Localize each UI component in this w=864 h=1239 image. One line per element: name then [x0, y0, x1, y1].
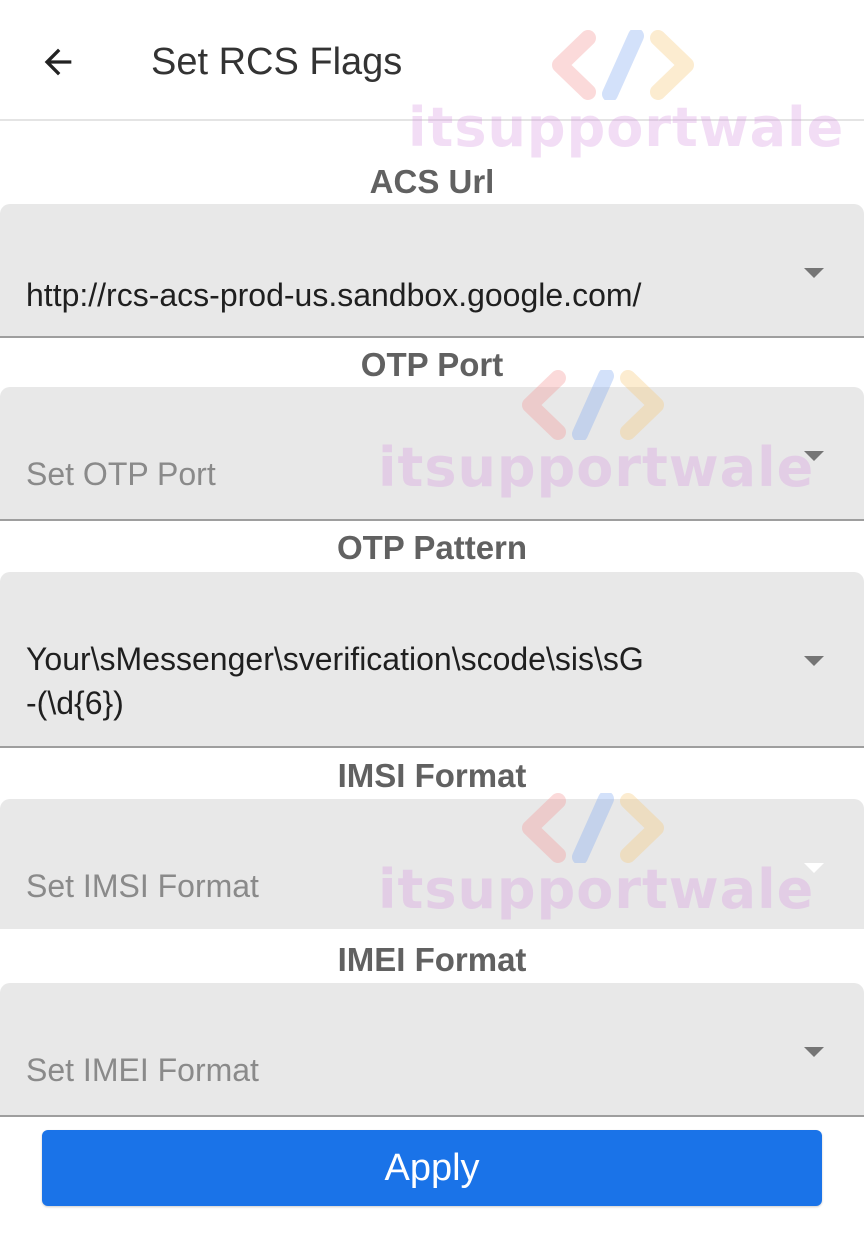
arrow-back-icon [44, 48, 72, 76]
dropdown-arrow-icon [804, 268, 824, 278]
otp-pattern-dropdown[interactable]: Your\sMessenger\sverification\scode\sis\… [0, 572, 864, 748]
imsi-format-placeholder: Set IMSI Format [26, 868, 259, 904]
otp-port-dropdown[interactable]: Set OTP Port [0, 387, 864, 521]
acs-url-label: ACS Url [369, 163, 495, 200]
dropdown-arrow-icon [804, 656, 824, 666]
page-title: Set RCS Flags [151, 41, 403, 83]
dropdown-arrow-icon [804, 1047, 824, 1057]
acs-url-value: http://rcs-acs-prod-us.sandbox.google.co… [26, 277, 642, 313]
imei-format-placeholder: Set IMEI Format [26, 1052, 259, 1088]
back-button[interactable] [28, 32, 88, 92]
app-bar: Set RCS Flags [0, 0, 864, 121]
imei-format-dropdown[interactable]: Set IMEI Format [0, 983, 864, 1117]
otp-pattern-label: OTP Pattern [336, 529, 528, 566]
acs-url-dropdown[interactable]: http://rcs-acs-prod-us.sandbox.google.co… [0, 204, 864, 338]
imei-format-label: IMEI Format [337, 941, 527, 978]
dropdown-arrow-icon [804, 451, 824, 461]
otp-port-placeholder: Set OTP Port [26, 456, 216, 492]
otp-port-label: OTP Port [360, 346, 504, 383]
imsi-format-dropdown[interactable]: Set IMSI Format [0, 799, 864, 929]
screen: Set RCS Flags ACS Url http://rcs-acs-pro… [0, 0, 864, 1239]
dropdown-arrow-icon [804, 863, 824, 873]
apply-button[interactable]: Apply [42, 1130, 822, 1206]
imsi-format-label: IMSI Format [337, 757, 527, 794]
otp-pattern-value-line2: -(\d{6}) [26, 685, 124, 721]
otp-pattern-value-line1: Your\sMessenger\sverification\scode\sis\… [26, 641, 644, 677]
